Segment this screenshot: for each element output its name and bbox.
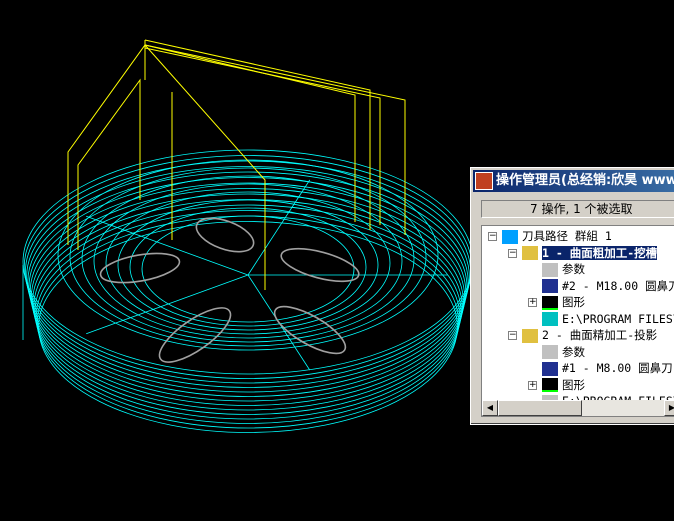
tree-item-label: 1 - 曲面粗加工-挖槽 [540, 244, 659, 261]
tree-item[interactable]: 1 - 曲面粗加工-挖槽 [522, 244, 659, 261]
tree-expander[interactable]: − [488, 232, 497, 241]
toolpath-ring [35, 210, 461, 424]
toolpath-ring [105, 191, 391, 335]
scroll-left-button[interactable]: ◀ [482, 400, 498, 416]
tree-item-label: 参数 [562, 262, 585, 276]
tree-item-label: 图形 [562, 377, 585, 392]
tree-item[interactable]: 参数 [542, 261, 585, 277]
tree-item[interactable]: 图形 [542, 294, 585, 310]
tree-item-label: 参数 [562, 344, 585, 359]
tree-expander[interactable]: − [508, 331, 517, 340]
tree-item[interactable]: #2 - M18.00 圆鼻刀 - [542, 278, 674, 294]
tool-icon [542, 279, 558, 293]
horizontal-scrollbar[interactable]: ◀▶ [482, 400, 674, 416]
toolpath-ring [117, 199, 379, 331]
geometry-icon [542, 378, 558, 392]
tree-expander[interactable]: + [528, 298, 537, 307]
tree-item-label: E:\PROGRAM FILES\MC [562, 311, 674, 326]
panel-title: 操作管理员(总经销:欣昊 www.m [496, 173, 674, 188]
tree-item[interactable]: 刀具路径 群組 1 [502, 228, 612, 244]
toolpath-ring [129, 207, 367, 327]
toolpath-file-icon [542, 312, 558, 326]
scroll-thumb[interactable] [498, 400, 582, 416]
tree-item-label: 刀具路径 群組 1 [522, 229, 612, 243]
tree-expander[interactable]: − [508, 248, 517, 258]
toolpath-ring [32, 193, 464, 411]
toolpath-ring [34, 204, 462, 420]
panel-title-bar[interactable]: 操作管理员(总经销:欣昊 www.m [473, 170, 674, 192]
folder-open-selected-icon [522, 246, 538, 260]
tree-item-label: 图形 [562, 295, 585, 309]
folder-icon [542, 345, 558, 359]
app-icon [475, 172, 493, 190]
tree-item-label: 2 - 曲面精加工-投影 [542, 328, 658, 342]
tree-item[interactable]: #1 - M8.00 圆鼻刀 - [542, 360, 674, 376]
selection-status: 7 操作, 1 个被选取 [481, 200, 674, 218]
tree-item[interactable]: 图形 [542, 377, 585, 393]
toolpath-group-icon [502, 229, 518, 244]
rapid-moves [67, 39, 406, 290]
tree-item[interactable]: 2 - 曲面精加工-投影 [522, 327, 657, 343]
tool-icon [542, 361, 558, 376]
toolpath-ring [93, 183, 403, 339]
toolpath-ring [69, 167, 427, 347]
geometry-icon [542, 295, 558, 310]
scroll-right-button[interactable]: ▶ [664, 400, 674, 416]
tree-item-label: #1 - M8.00 圆鼻刀 - [562, 361, 674, 375]
tree-expander[interactable]: + [528, 380, 537, 390]
folder-open-icon [522, 328, 538, 343]
wheel-pockets [99, 217, 360, 363]
operations-tree[interactable]: −刀具路径 群組 1−1 - 曲面粗加工-挖槽参数#2 - M18.00 圆鼻刀… [481, 225, 674, 417]
toolpath-ring [30, 188, 466, 406]
tree-item[interactable]: E:\PROGRAM FILES\MC [542, 311, 674, 327]
tree-item-label: #2 - M18.00 圆鼻刀 - [562, 278, 674, 293]
folder-icon [542, 262, 558, 277]
tree-item[interactable]: 参数 [542, 344, 585, 360]
operations-manager-panel: 操作管理员(总经销:欣昊 www.m 7 操作, 1 个被选取 −刀具路径 群組… [470, 167, 674, 425]
